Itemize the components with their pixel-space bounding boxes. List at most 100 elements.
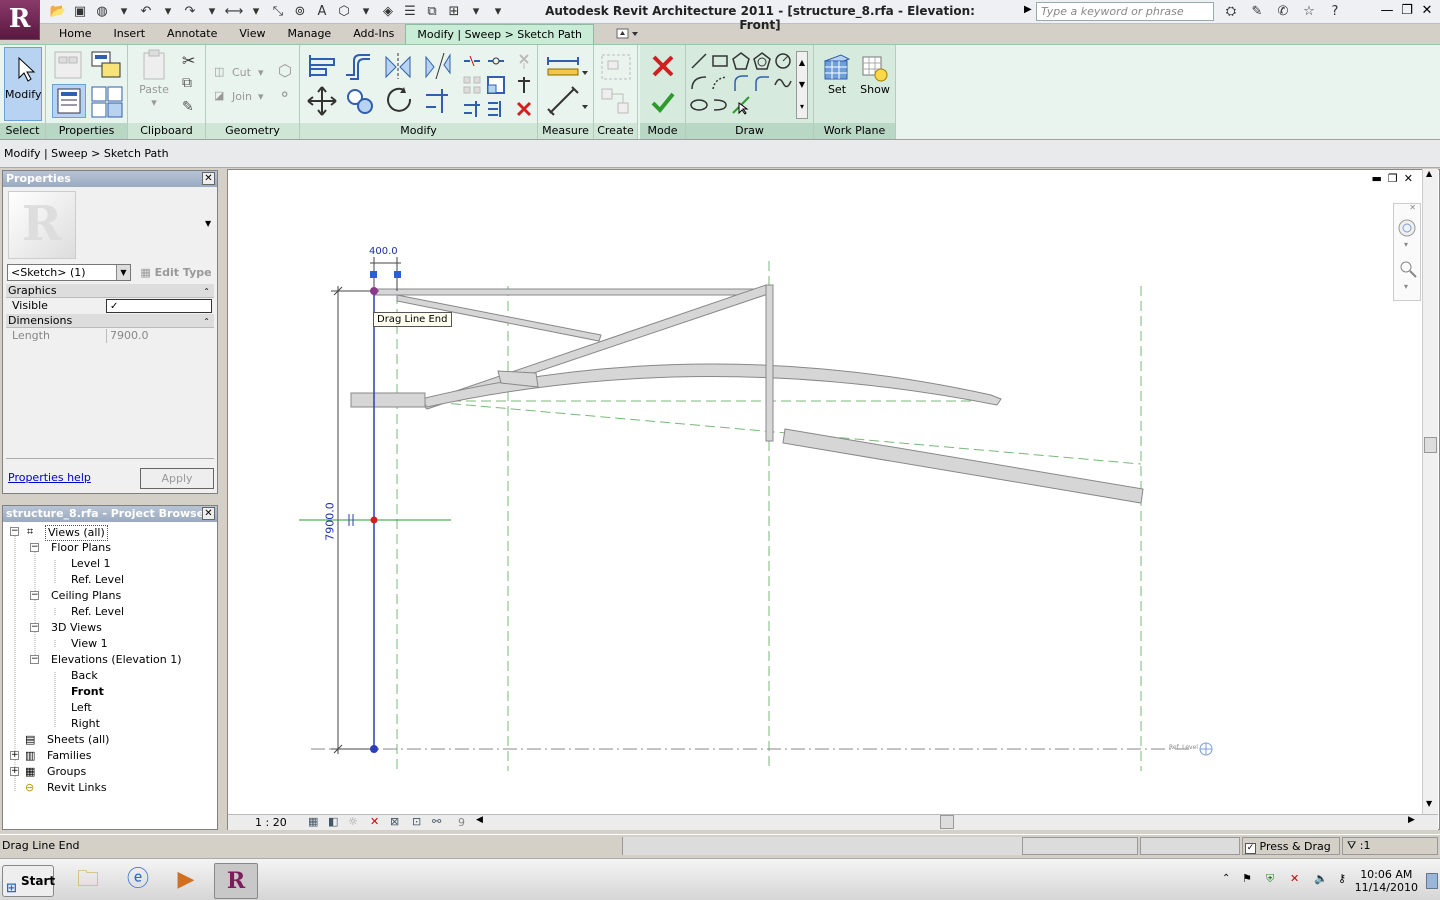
dimension-grip[interactable]: [370, 271, 377, 278]
scroll-down-icon[interactable]: ▼: [1426, 799, 1432, 808]
aligned-dimension-icon[interactable]: ⤡: [268, 3, 288, 21]
close-icon[interactable]: ✕: [1409, 203, 1416, 212]
instance-selector[interactable]: <Sketch> (1) ▼: [7, 264, 131, 281]
type-properties-icon[interactable]: [90, 85, 124, 119]
wall-joins-icon[interactable]: ⬡: [278, 61, 292, 80]
tree-node-back[interactable]: Back: [71, 669, 98, 683]
join-geometry-label[interactable]: Join: [232, 90, 252, 103]
dropdown-icon[interactable]: ▾: [114, 3, 134, 21]
thin-lines-icon[interactable]: ☰: [400, 3, 420, 21]
tree-node-view-1[interactable]: View 1: [71, 637, 108, 651]
pick-lines-icon[interactable]: [731, 95, 751, 115]
collapse-icon[interactable]: −: [30, 543, 39, 552]
center-ends-arc-icon[interactable]: [710, 73, 730, 93]
draw-gallery-scroll[interactable]: ▲ ▼ ▾: [796, 51, 808, 119]
type-selector-dropdown-icon[interactable]: ▼: [205, 219, 211, 228]
match-type-icon[interactable]: ✎: [182, 99, 194, 115]
network-icon[interactable]: ✕: [1290, 872, 1299, 885]
media-player-icon[interactable]: ▶: [164, 863, 208, 899]
tab-manage[interactable]: Manage: [277, 24, 343, 44]
dropdown-icon[interactable]: ▾: [356, 3, 376, 21]
tree-node-revit-links[interactable]: Revit Links: [47, 781, 107, 795]
cut-dropdown-icon[interactable]: ▾: [258, 66, 264, 79]
expand-icon[interactable]: +: [10, 767, 19, 776]
edit-type-button[interactable]: ▦ Edit Type: [136, 264, 216, 281]
internet-explorer-icon[interactable]: ⓔ: [116, 863, 160, 899]
pin-icon[interactable]: [514, 75, 534, 95]
scroll-left-icon[interactable]: ◀: [476, 815, 483, 825]
collapse-icon[interactable]: −: [30, 655, 39, 664]
help-icon[interactable]: ?: [1324, 2, 1346, 21]
tree-node-floor-plans[interactable]: Floor Plans: [51, 541, 111, 555]
close-hidden-icon[interactable]: ⧉: [422, 3, 442, 21]
split-element-icon[interactable]: [462, 51, 482, 71]
scroll-right-icon[interactable]: ▶: [1408, 815, 1415, 825]
switch-windows-icon[interactable]: ⊞: [444, 3, 464, 21]
properties-help-link[interactable]: Properties help: [8, 471, 91, 484]
volume-icon[interactable]: 🔈: [1314, 872, 1328, 885]
scroll-thumb[interactable]: [1424, 437, 1437, 453]
aligned-dimension-icon[interactable]: [544, 85, 588, 117]
tree-node-3d-views[interactable]: 3D Views: [51, 621, 102, 635]
binoculars-icon[interactable]: ⛭: [1220, 2, 1242, 21]
show-desktop-button[interactable]: [1426, 873, 1438, 889]
fillet-arc-icon[interactable]: [752, 73, 772, 93]
clock[interactable]: 10:06 AM 11/14/2010: [1355, 868, 1418, 894]
section-icon[interactable]: ◈: [378, 3, 398, 21]
group-dimensions[interactable]: Dimensions ⌃: [6, 314, 214, 328]
tree-node-floor-ref-level[interactable]: Ref. Level: [71, 573, 124, 587]
tree-node-ceiling-plans[interactable]: Ceiling Plans: [51, 589, 121, 603]
crop-view-icon[interactable]: ⊠: [390, 815, 399, 828]
chevron-down-icon[interactable]: ▾: [1404, 240, 1408, 249]
copy-element-icon[interactable]: [344, 85, 376, 117]
redo-icon[interactable]: ↷: [180, 3, 200, 21]
tree-node-ceiling-ref-level[interactable]: Ref. Level: [71, 605, 124, 619]
zoom-icon[interactable]: [1397, 258, 1419, 280]
tree-node-right[interactable]: Right: [71, 717, 100, 731]
cut-icon[interactable]: ✂: [182, 51, 195, 70]
visual-style-icon[interactable]: ◧: [328, 815, 338, 828]
trim-extend-multiple-icon[interactable]: [486, 99, 506, 119]
undo-icon[interactable]: ↶: [136, 3, 156, 21]
trim-extend-single-icon[interactable]: [462, 99, 482, 119]
mirror-pick-axis-icon[interactable]: [382, 51, 414, 81]
dropdown-icon[interactable]: ▾: [246, 3, 266, 21]
open-icon[interactable]: 📂: [48, 3, 68, 21]
collapse-icon[interactable]: −: [10, 527, 19, 536]
apply-button[interactable]: Apply: [140, 468, 214, 489]
collapse-icon[interactable]: −: [30, 623, 39, 632]
scroll-up-icon[interactable]: ▲: [1426, 169, 1432, 178]
line-icon[interactable]: [689, 51, 709, 71]
tab-add-ins[interactable]: Add-Ins: [342, 24, 405, 44]
properties-toggle-button[interactable]: [52, 84, 86, 118]
dropdown-icon[interactable]: ▾: [466, 3, 486, 21]
tab-modify-sweep-sketch-path[interactable]: Modify | Sweep > Sketch Path: [405, 24, 594, 44]
communication-icon[interactable]: ✆: [1272, 2, 1294, 21]
tree-node-front[interactable]: Front: [71, 685, 104, 699]
shadows-icon[interactable]: ✕: [370, 815, 379, 828]
explorer-icon[interactable]: 🗀: [66, 863, 110, 899]
close-icon[interactable]: ✕: [202, 172, 215, 185]
partial-ellipse-icon[interactable]: [710, 95, 730, 115]
minimize-ribbon-icon[interactable]: [614, 25, 642, 43]
line-start-grip[interactable]: [370, 745, 378, 753]
close-icon[interactable]: ✕: [202, 507, 215, 520]
filter-field[interactable]: ⛛ :1: [1342, 837, 1438, 855]
create-similar-icon[interactable]: [598, 85, 634, 117]
modify-button[interactable]: Modify: [4, 47, 42, 121]
cancel-edit-mode-icon[interactable]: [650, 53, 676, 79]
sun-path-icon[interactable]: ☼: [348, 815, 358, 828]
tag-icon[interactable]: ⊚: [290, 3, 310, 21]
tree-node-level-1[interactable]: Level 1: [71, 557, 111, 571]
dropdown-icon[interactable]: ▾: [158, 3, 178, 21]
press-drag-toggle[interactable]: ✓ Press & Drag: [1242, 837, 1340, 855]
visible-checkbox[interactable]: ✓: [106, 299, 212, 313]
device-icon[interactable]: ⚷: [1338, 872, 1346, 885]
split-with-gap-icon[interactable]: [486, 51, 506, 71]
join-dropdown-icon[interactable]: ▾: [258, 90, 264, 103]
action-center-flag-icon[interactable]: ⚑: [1242, 872, 1252, 885]
steering-wheel-icon[interactable]: [1397, 218, 1419, 240]
paste-button[interactable]: Paste ▾: [134, 49, 174, 109]
measure-icon[interactable]: ⟷: [224, 3, 244, 21]
temporary-hide-icon[interactable]: ⚯: [432, 815, 441, 828]
